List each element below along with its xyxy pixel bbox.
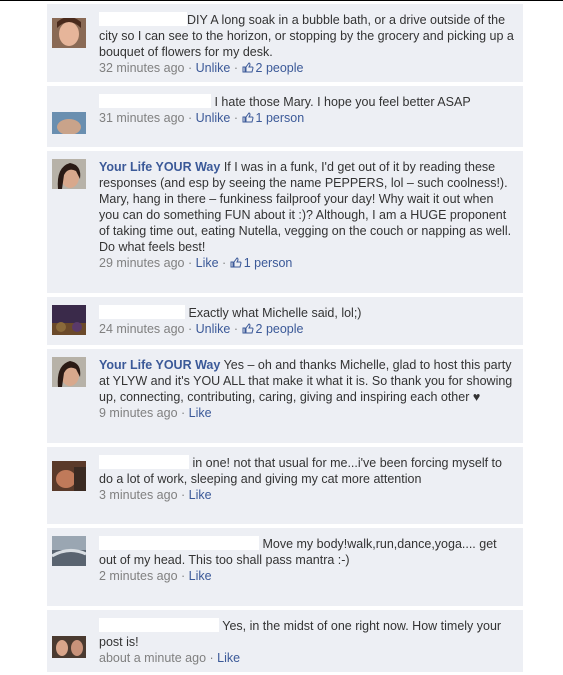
unlike-link[interactable]: Unlike bbox=[196, 61, 231, 75]
separator: · bbox=[233, 61, 239, 75]
comment-meta: 31 minutes ago · Unlike · 1 person bbox=[99, 110, 515, 126]
redacted-author-name bbox=[99, 305, 185, 319]
thumbs-up-icon bbox=[242, 112, 254, 123]
user-photo-icon bbox=[52, 18, 86, 48]
thumbs-up-icon bbox=[230, 257, 242, 268]
redacted-author-name bbox=[99, 455, 189, 469]
avatar[interactable] bbox=[52, 18, 86, 48]
separator: · bbox=[233, 111, 239, 125]
redacted-author-name bbox=[99, 618, 219, 632]
timestamp: about a minute ago bbox=[99, 651, 207, 665]
separator: · bbox=[181, 569, 186, 583]
avatar[interactable] bbox=[52, 461, 86, 491]
comment-text: I hate those Mary. I hope you feel bette… bbox=[214, 95, 471, 109]
like-link[interactable]: Like bbox=[189, 569, 212, 583]
comment-text: Exactly what Michelle said, lol;) bbox=[188, 306, 362, 320]
avatar[interactable] bbox=[52, 636, 86, 658]
like-link[interactable]: Like bbox=[189, 406, 212, 420]
timestamp: 29 minutes ago bbox=[99, 256, 185, 270]
comment-meta: about a minute ago · Like bbox=[99, 650, 515, 666]
user-photo-icon bbox=[52, 636, 86, 658]
comment-text: If I was in a funk, I'd get out of it by… bbox=[99, 160, 512, 254]
unlike-link[interactable]: Unlike bbox=[196, 111, 231, 125]
comment: Your Life YOUR Way If I was in a funk, I… bbox=[47, 151, 523, 293]
comment-meta: 24 minutes ago · Unlike · 2 people bbox=[99, 321, 515, 337]
avatar[interactable] bbox=[52, 305, 86, 335]
like-link[interactable]: Like bbox=[189, 488, 212, 502]
author-link[interactable]: Your Life YOUR Way bbox=[99, 358, 220, 372]
separator: · bbox=[187, 256, 193, 270]
thumbs-up-icon bbox=[242, 323, 254, 334]
likes-count-link[interactable]: 1 person bbox=[244, 256, 293, 270]
redacted-author-name bbox=[99, 12, 187, 26]
comment-meta: 29 minutes ago · Like · 1 person bbox=[99, 255, 515, 271]
unlike-link[interactable]: Unlike bbox=[196, 322, 231, 336]
like-link[interactable]: Like bbox=[196, 256, 219, 270]
comment: in one! not that usual for me...i've bee… bbox=[47, 447, 523, 524]
timestamp: 2 minutes ago bbox=[99, 569, 178, 583]
timestamp: 31 minutes ago bbox=[99, 111, 185, 125]
comment-meta: 3 minutes ago · Like bbox=[99, 487, 515, 503]
redacted-author-name bbox=[99, 94, 211, 108]
comment: DIY A long soak in a bubble bath, or a d… bbox=[47, 4, 523, 82]
user-photo-icon bbox=[52, 305, 86, 335]
separator: · bbox=[187, 111, 193, 125]
avatar[interactable] bbox=[52, 159, 86, 189]
comment-meta: 9 minutes ago · Like bbox=[99, 405, 515, 421]
separator: · bbox=[209, 651, 214, 665]
name-fragment: DIY bbox=[187, 13, 208, 27]
author-link[interactable]: Your Life YOUR Way bbox=[99, 160, 220, 174]
likes-count-link[interactable]: 2 people bbox=[256, 61, 304, 75]
comment: Exactly what Michelle said, lol;) 24 min… bbox=[47, 297, 523, 345]
comment-meta: 2 minutes ago · Like bbox=[99, 568, 515, 584]
avatar[interactable] bbox=[52, 536, 86, 566]
like-link[interactable]: Like bbox=[217, 651, 240, 665]
comment-meta: 32 minutes ago · Unlike · 2 people bbox=[99, 60, 515, 76]
comment: Your Life YOUR Way Yes – oh and thanks M… bbox=[47, 349, 523, 443]
timestamp: 32 minutes ago bbox=[99, 61, 185, 75]
separator: · bbox=[222, 256, 227, 270]
user-photo-icon bbox=[52, 112, 86, 134]
separator: · bbox=[233, 322, 239, 336]
user-photo-icon bbox=[52, 536, 86, 566]
avatar[interactable] bbox=[52, 357, 86, 387]
top-divider bbox=[0, 0, 563, 1]
separator: · bbox=[187, 322, 193, 336]
thumbs-up-icon bbox=[242, 62, 254, 73]
likes-count-link[interactable]: 2 people bbox=[256, 322, 304, 336]
avatar[interactable] bbox=[52, 112, 86, 134]
separator: · bbox=[181, 406, 186, 420]
redacted-author-name bbox=[99, 536, 259, 550]
timestamp: 9 minutes ago bbox=[99, 406, 178, 420]
separator: · bbox=[181, 488, 186, 502]
comment: Move my body!walk,run,dance,yoga.... get… bbox=[47, 528, 523, 606]
timestamp: 3 minutes ago bbox=[99, 488, 178, 502]
comment: Yes, in the midst of one right now. How … bbox=[47, 610, 523, 672]
likes-count-link[interactable]: 1 person bbox=[256, 111, 305, 125]
user-photo-icon bbox=[52, 461, 86, 491]
comment: I hate those Mary. I hope you feel bette… bbox=[47, 86, 523, 147]
timestamp: 24 minutes ago bbox=[99, 322, 185, 336]
user-photo-icon bbox=[52, 357, 86, 387]
user-photo-icon bbox=[52, 159, 86, 189]
separator: · bbox=[187, 61, 193, 75]
